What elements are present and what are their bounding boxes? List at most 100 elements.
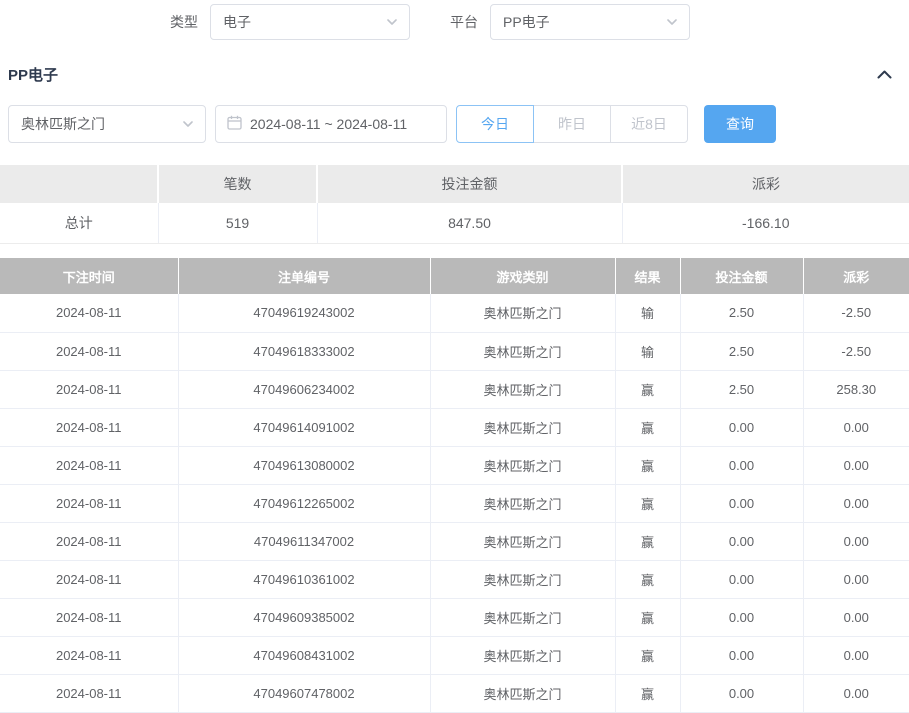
summary-table: 笔数投注金额派彩 总计519847.50-166.10 bbox=[0, 165, 909, 244]
table-cell: 0.00 bbox=[803, 484, 909, 522]
table-row: 2024-08-1147049606234002奥林匹斯之门赢2.50258.3… bbox=[0, 370, 909, 408]
table-cell: 0.00 bbox=[680, 522, 803, 560]
table-cell: 0.00 bbox=[680, 446, 803, 484]
top-filter-bar: 类型 电子 平台 PP电子 bbox=[170, 4, 690, 40]
date-range-input[interactable]: 2024-08-11 ~ 2024-08-11 bbox=[215, 105, 447, 143]
table-cell: 2024-08-11 bbox=[0, 598, 178, 636]
calendar-icon bbox=[227, 115, 242, 133]
table-cell: 0.00 bbox=[680, 674, 803, 712]
section-title: PP电子 bbox=[8, 64, 58, 85]
table-row: 2024-08-1147049612265002奥林匹斯之门赢0.000.00 bbox=[0, 484, 909, 522]
table-cell: 奥林匹斯之门 bbox=[430, 370, 615, 408]
table-cell: 输 bbox=[615, 294, 680, 332]
table-cell: 2024-08-11 bbox=[0, 560, 178, 598]
table-cell: 0.00 bbox=[803, 598, 909, 636]
table-cell: 47049610361002 bbox=[178, 560, 430, 598]
table-cell: 奥林匹斯之门 bbox=[430, 560, 615, 598]
table-cell: 奥林匹斯之门 bbox=[430, 484, 615, 522]
game-select[interactable]: 奥林匹斯之门 bbox=[8, 105, 206, 143]
table-cell: 0.00 bbox=[803, 674, 909, 712]
game-select-value: 奥林匹斯之门 bbox=[21, 114, 105, 134]
table-cell: 0.00 bbox=[680, 636, 803, 674]
table-cell: 赢 bbox=[615, 598, 680, 636]
table-cell: 847.50 bbox=[317, 203, 622, 243]
collapse-section-button[interactable] bbox=[877, 67, 892, 82]
table-cell: 2.50 bbox=[680, 332, 803, 370]
table-cell: 赢 bbox=[615, 370, 680, 408]
table-cell: 奥林匹斯之门 bbox=[430, 332, 615, 370]
table-cell: 47049608431002 bbox=[178, 636, 430, 674]
column-header: 下注时间 bbox=[0, 258, 178, 294]
column-header: 派彩 bbox=[622, 165, 909, 203]
table-cell: 2024-08-11 bbox=[0, 674, 178, 712]
table-cell: -2.50 bbox=[803, 294, 909, 332]
quick-date-buttons: 今日昨日近8日 bbox=[456, 105, 688, 143]
table-cell: -2.50 bbox=[803, 332, 909, 370]
summary-header-row: 笔数投注金额派彩 bbox=[0, 165, 909, 203]
table-cell: 0.00 bbox=[680, 598, 803, 636]
table-row: 2024-08-1147049608431002奥林匹斯之门赢0.000.00 bbox=[0, 636, 909, 674]
quick-date-button[interactable]: 昨日 bbox=[533, 105, 611, 143]
table-cell: 0.00 bbox=[803, 408, 909, 446]
table-cell: 47049607478002 bbox=[178, 674, 430, 712]
table-cell: 2.50 bbox=[680, 294, 803, 332]
table-cell: 47049609385002 bbox=[178, 598, 430, 636]
column-header: 笔数 bbox=[158, 165, 317, 203]
chevron-down-icon bbox=[183, 121, 193, 127]
table-cell: 47049612265002 bbox=[178, 484, 430, 522]
table-row: 2024-08-1147049613080002奥林匹斯之门赢0.000.00 bbox=[0, 446, 909, 484]
table-cell: 0.00 bbox=[680, 560, 803, 598]
type-label: 类型 bbox=[170, 12, 198, 32]
table-cell: 47049606234002 bbox=[178, 370, 430, 408]
table-cell: 奥林匹斯之门 bbox=[430, 598, 615, 636]
table-cell: 输 bbox=[615, 332, 680, 370]
type-select-value: 电子 bbox=[223, 12, 251, 32]
table-cell: 奥林匹斯之门 bbox=[430, 446, 615, 484]
table-cell: 赢 bbox=[615, 674, 680, 712]
column-header: 游戏类别 bbox=[430, 258, 615, 294]
table-cell: 2024-08-11 bbox=[0, 446, 178, 484]
section-header: PP电子 bbox=[0, 60, 909, 88]
table-row: 2024-08-1147049607478002奥林匹斯之门赢0.000.00 bbox=[0, 674, 909, 712]
chevron-down-icon bbox=[667, 19, 677, 25]
column-header: 注单编号 bbox=[178, 258, 430, 294]
table-cell: 2024-08-11 bbox=[0, 332, 178, 370]
table-cell: 519 bbox=[158, 203, 317, 243]
table-cell: -166.10 bbox=[622, 203, 909, 243]
table-cell: 奥林匹斯之门 bbox=[430, 294, 615, 332]
table-cell: 47049618333002 bbox=[178, 332, 430, 370]
column-header: 派彩 bbox=[803, 258, 909, 294]
table-cell: 赢 bbox=[615, 522, 680, 560]
table-cell: 0.00 bbox=[803, 636, 909, 674]
search-button[interactable]: 查询 bbox=[704, 105, 776, 143]
quick-date-button[interactable]: 今日 bbox=[456, 105, 534, 143]
date-range-value: 2024-08-11 ~ 2024-08-11 bbox=[250, 116, 407, 132]
platform-select-value: PP电子 bbox=[503, 12, 550, 32]
quick-date-button[interactable]: 近8日 bbox=[610, 105, 688, 143]
table-cell: 47049614091002 bbox=[178, 408, 430, 446]
type-select[interactable]: 电子 bbox=[210, 4, 410, 40]
table-cell: 0.00 bbox=[803, 446, 909, 484]
table-cell: 奥林匹斯之门 bbox=[430, 636, 615, 674]
table-cell: 赢 bbox=[615, 408, 680, 446]
table-row: 2024-08-1147049609385002奥林匹斯之门赢0.000.00 bbox=[0, 598, 909, 636]
table-row: 总计519847.50-166.10 bbox=[0, 203, 909, 243]
table-cell: 47049613080002 bbox=[178, 446, 430, 484]
table-cell: 2024-08-11 bbox=[0, 408, 178, 446]
table-cell: 2024-08-11 bbox=[0, 484, 178, 522]
table-row: 2024-08-1147049614091002奥林匹斯之门赢0.000.00 bbox=[0, 408, 909, 446]
table-cell: 2024-08-11 bbox=[0, 636, 178, 674]
chevron-up-icon bbox=[877, 67, 892, 82]
table-cell: 赢 bbox=[615, 636, 680, 674]
table-cell: 47049611347002 bbox=[178, 522, 430, 560]
table-cell: 赢 bbox=[615, 446, 680, 484]
table-cell: 0.00 bbox=[803, 522, 909, 560]
table-cell: 2024-08-11 bbox=[0, 522, 178, 560]
chevron-down-icon bbox=[387, 19, 397, 25]
table-row: 2024-08-1147049610361002奥林匹斯之门赢0.000.00 bbox=[0, 560, 909, 598]
platform-select[interactable]: PP电子 bbox=[490, 4, 690, 40]
platform-label: 平台 bbox=[450, 12, 478, 32]
table-header-row: 下注时间注单编号游戏类别结果投注金额派彩 bbox=[0, 258, 909, 294]
table-cell: 赢 bbox=[615, 560, 680, 598]
column-header: 投注金额 bbox=[680, 258, 803, 294]
